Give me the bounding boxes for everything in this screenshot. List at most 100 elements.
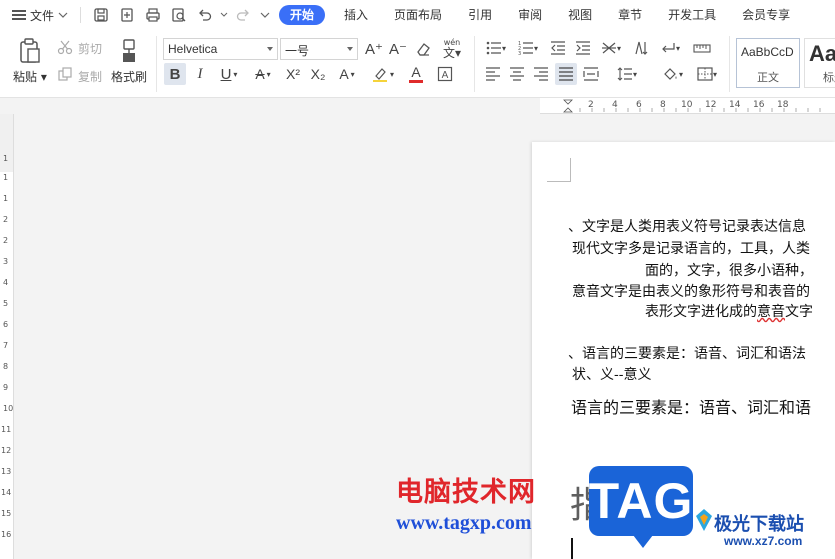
cut-button-icon-wrap[interactable] (55, 38, 75, 56)
tab-member[interactable]: 会员专享 (729, 0, 803, 30)
separator (80, 7, 82, 23)
ruler-icon (693, 44, 711, 53)
redo-button[interactable] (231, 4, 255, 26)
bullet-list-button[interactable]: ▾ (482, 38, 510, 58)
strikethrough-button[interactable]: A ▾ (248, 63, 278, 85)
tab-view[interactable]: 视图 (555, 0, 605, 30)
font-color-button[interactable]: A (401, 63, 431, 85)
wps-writer-window: 文件 开始 插入 页面布局 引用 审阅 视图 章节 开发工具 会员专享 粘贴 ▾… (0, 0, 835, 559)
subscript-button[interactable]: X₂ (307, 63, 329, 85)
shading-button[interactable]: ▾ (658, 64, 688, 84)
chevron-down-icon (260, 12, 270, 18)
distribute-button[interactable] (580, 64, 602, 84)
paste-dropdown[interactable]: 粘贴 ▾ (13, 68, 47, 85)
char-border-button[interactable]: A (434, 63, 456, 85)
ruler-tick-label: 4 (612, 100, 618, 110)
increase-font-button[interactable]: A⁺ (364, 38, 384, 60)
align-right-icon (534, 67, 548, 81)
tab-section[interactable]: 章节 (605, 0, 655, 30)
svg-text:3: 3 (518, 51, 521, 55)
group-separator (729, 36, 730, 92)
save-button[interactable] (89, 4, 113, 26)
numbered-list-button[interactable]: 1 2 3 ▾ (514, 38, 542, 58)
justify-button[interactable] (555, 63, 577, 85)
copy-label[interactable]: 复制 (78, 68, 102, 85)
doc-paragraph-line[interactable]: 、语言的三要素是：语音、词汇和语法 (568, 343, 806, 363)
doc-paragraph-line[interactable]: 意音文字是由表义的象形符号和表音的 (572, 281, 810, 301)
print-preview-icon (172, 8, 186, 22)
font-size-select[interactable]: 一号 (280, 38, 358, 60)
show-hide-marks-button[interactable] (630, 38, 652, 58)
phonetic-guide-button[interactable]: wén 文▾ (437, 36, 467, 62)
bullet-list-icon (486, 41, 501, 55)
cut-label[interactable]: 剪切 (78, 40, 102, 57)
align-left-button[interactable] (482, 64, 504, 84)
align-right-button[interactable] (530, 64, 552, 84)
line-spacing-icon (617, 67, 632, 81)
return-arrow-icon (662, 43, 675, 53)
doc-text-span: 文字 (785, 304, 813, 320)
subscript-icon: X₂ (310, 66, 326, 82)
doc-paragraph-line[interactable]: 现代文字多是记录语言的，工具，人类 (572, 238, 810, 258)
style-normal[interactable]: AaBbCcD 正文 (736, 38, 800, 88)
increase-indent-button[interactable] (572, 38, 594, 58)
clear-format-button[interactable] (412, 38, 434, 60)
print-button[interactable] (141, 4, 165, 26)
format-painter-button[interactable] (116, 36, 142, 66)
doc-paragraph-line[interactable]: 面的，文字，很多小语种， (645, 260, 813, 280)
tab-page-layout[interactable]: 页面布局 (381, 0, 455, 30)
line-spacing-button[interactable]: ▾ (612, 64, 642, 84)
horizontal-ruler[interactable]: 2 4 6 8 10 12 14 16 18 (540, 98, 835, 114)
chinese-layout-button[interactable]: ▾ (597, 38, 625, 58)
format-painter-label[interactable]: 格式刷 (111, 68, 147, 85)
sort-icon (635, 41, 648, 55)
superscript-button[interactable]: X² (282, 63, 304, 85)
undo-dropdown-button[interactable] (219, 4, 229, 26)
chevron-down-icon (347, 47, 353, 51)
tab-review[interactable]: 审阅 (505, 0, 555, 30)
ruler-tick-label: 15 (1, 509, 12, 518)
align-center-button[interactable] (506, 64, 528, 84)
text-effect-button[interactable]: A ▾ (333, 63, 361, 85)
ruler-tick-label: 5 (3, 299, 9, 308)
doc-paragraph-line[interactable]: 语言的三要素是：语音、词汇和语 (571, 394, 811, 418)
underline-button[interactable]: U ▾ (214, 63, 244, 85)
text-cursor (571, 538, 573, 559)
decrease-font-button[interactable]: A⁻ (388, 38, 408, 60)
ruler-tick-label: 18 (777, 100, 789, 110)
copy-icon (58, 67, 72, 81)
style-preview: Aa (809, 41, 835, 66)
style-heading[interactable]: Aa 标题 (804, 38, 835, 88)
font-size-value: 一号 (285, 44, 310, 58)
indent-icon (576, 41, 590, 55)
doc-paragraph-line[interactable]: 、文字是人类用表义符号记录表达信息 (568, 216, 806, 236)
italic-button[interactable]: I (190, 63, 210, 85)
customize-toolbar-button[interactable] (257, 4, 273, 26)
tab-developer[interactable]: 开发工具 (655, 0, 729, 30)
bold-button[interactable]: B (164, 63, 186, 85)
tab-insert[interactable]: 插入 (331, 0, 381, 30)
vertical-ruler[interactable]: 1 1 2 1 2 3 4 5 6 7 8 9 10 11 12 13 14 1… (0, 114, 14, 559)
borders-button[interactable]: ▾ (692, 64, 722, 84)
decrease-indent-button[interactable] (547, 38, 569, 58)
file-menu-button[interactable]: 文件 (0, 7, 76, 24)
copy-button-icon-wrap[interactable] (55, 65, 75, 83)
scissors-icon (57, 40, 73, 55)
chevron-down-icon (58, 12, 68, 18)
char-border-icon: A (437, 66, 453, 82)
paragraph-mark-button[interactable]: ▾ (656, 38, 684, 58)
tab-home[interactable]: 开始 (279, 5, 326, 25)
tab-references[interactable]: 引用 (455, 0, 505, 30)
tab-stops-button[interactable] (690, 38, 714, 58)
font-color-icon: A (411, 64, 421, 80)
undo-button[interactable] (193, 4, 217, 26)
doc-paragraph-line[interactable]: 状、义--意义 (572, 364, 651, 384)
highlight-button[interactable]: ▾ (368, 63, 398, 85)
text-effect-icon: A (339, 66, 349, 82)
paste-button[interactable] (14, 36, 46, 66)
chevron-down-icon (220, 12, 228, 17)
print-preview-button[interactable] (167, 4, 191, 26)
export-pdf-button[interactable] (115, 4, 139, 26)
doc-paragraph-line[interactable]: 表形文字进化成的意音文字 (645, 301, 813, 321)
font-name-select[interactable]: Helvetica (163, 38, 278, 60)
